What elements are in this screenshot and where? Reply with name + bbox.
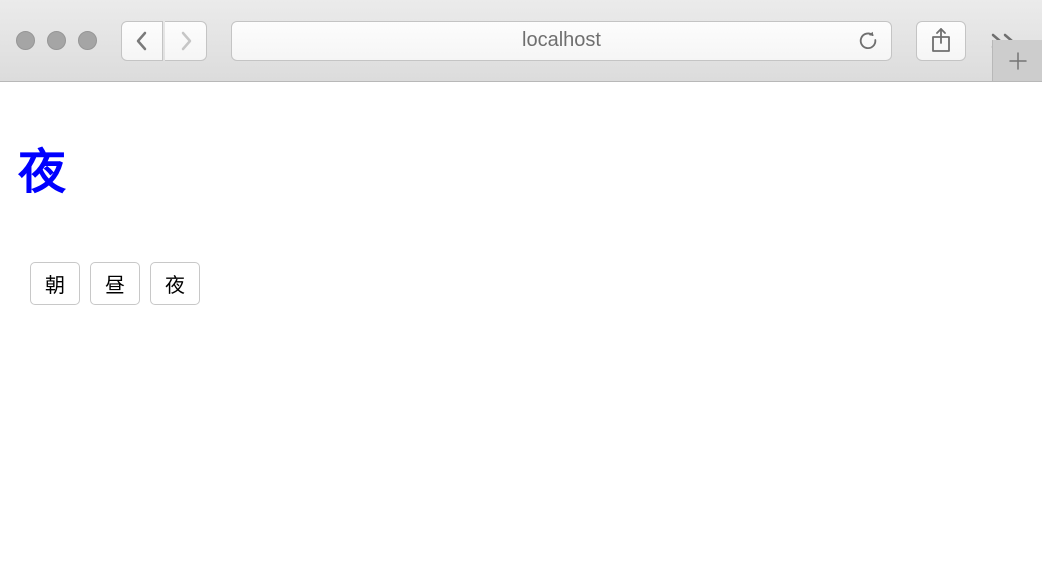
page-heading: 夜 bbox=[18, 132, 1024, 202]
chevron-right-icon bbox=[179, 31, 193, 51]
reload-icon[interactable] bbox=[857, 30, 879, 52]
chevron-left-icon bbox=[135, 31, 149, 51]
navigation-buttons bbox=[121, 21, 207, 61]
maximize-window-button[interactable] bbox=[78, 31, 97, 50]
noon-button[interactable]: 昼 bbox=[90, 262, 140, 305]
window-controls bbox=[16, 31, 97, 50]
morning-button[interactable]: 朝 bbox=[30, 262, 80, 305]
page-content: 夜 朝 昼 夜 bbox=[0, 82, 1042, 323]
button-row: 朝 昼 夜 bbox=[18, 262, 1024, 305]
night-button[interactable]: 夜 bbox=[150, 262, 200, 305]
plus-icon bbox=[1006, 49, 1030, 73]
minimize-window-button[interactable] bbox=[47, 31, 66, 50]
address-bar[interactable]: localhost bbox=[231, 21, 892, 61]
browser-toolbar: localhost bbox=[0, 0, 1042, 82]
url-text: localhost bbox=[522, 29, 601, 52]
back-button[interactable] bbox=[121, 21, 163, 61]
new-tab-button[interactable] bbox=[992, 40, 1042, 82]
share-icon bbox=[930, 28, 952, 54]
forward-button[interactable] bbox=[165, 21, 207, 61]
share-button[interactable] bbox=[916, 21, 966, 61]
close-window-button[interactable] bbox=[16, 31, 35, 50]
